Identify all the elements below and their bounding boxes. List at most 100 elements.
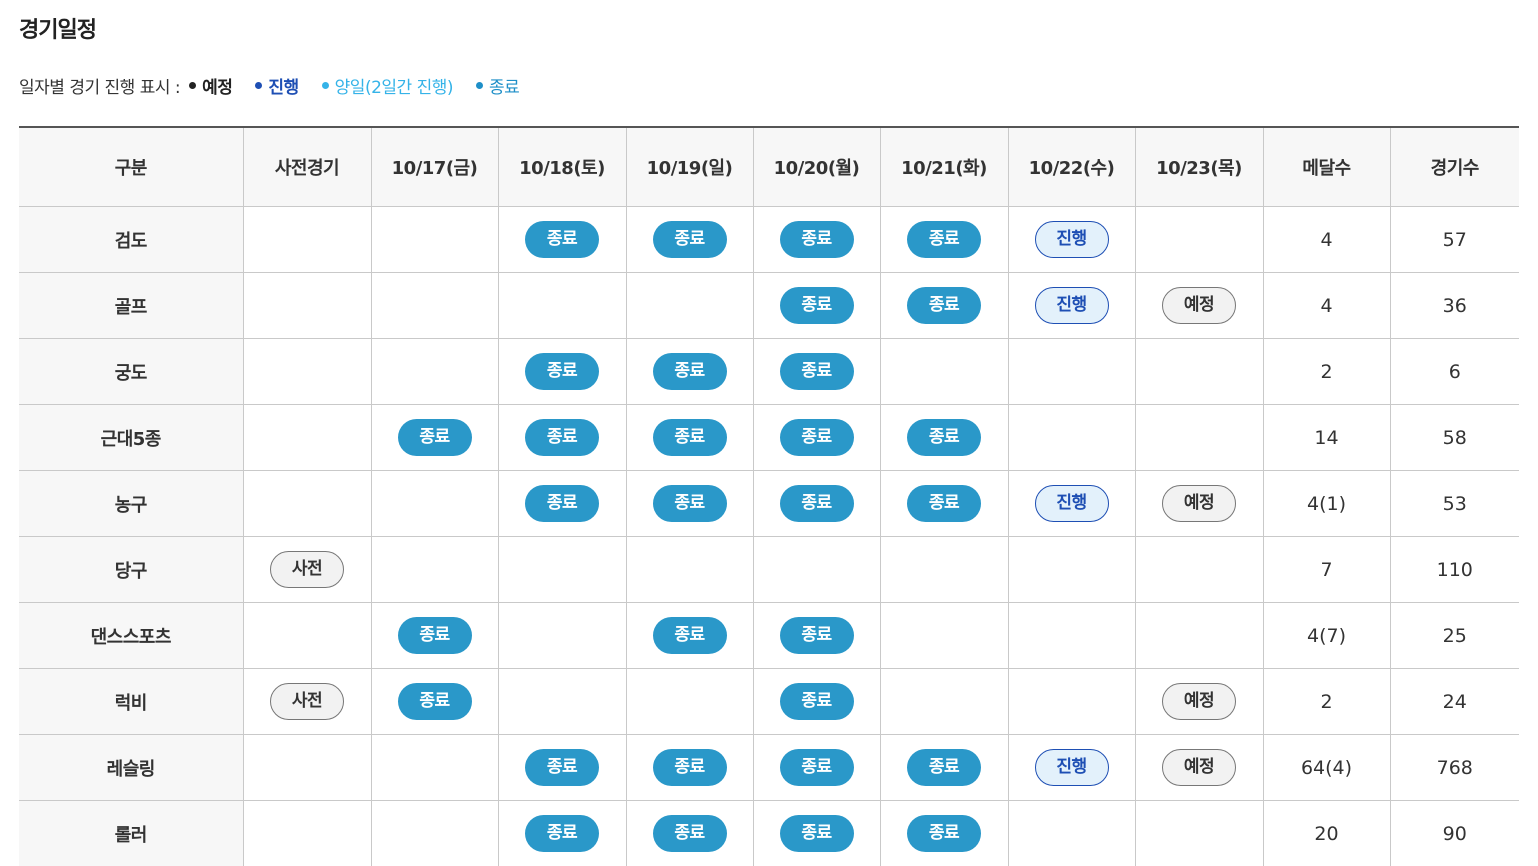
schedule-cell: 종료: [497, 800, 627, 866]
in-progress-badge[interactable]: 진행: [1034, 485, 1109, 522]
schedule-cell: 종료: [625, 404, 754, 471]
sport-name[interactable]: 골프: [19, 272, 244, 339]
finished-badge[interactable]: 종료: [907, 419, 981, 456]
finished-badge[interactable]: 종료: [525, 419, 599, 456]
in-progress-badge[interactable]: 진행: [1034, 287, 1109, 324]
finished-badge[interactable]: 종료: [907, 287, 981, 324]
finished-badge[interactable]: 종료: [907, 815, 981, 852]
in-progress-badge[interactable]: 진행: [1034, 749, 1109, 786]
legend-item-two-day: 양일(2일간 진행): [321, 73, 454, 98]
schedule-cell: [497, 668, 627, 735]
schedule-cell: 종료: [625, 800, 754, 866]
finished-badge[interactable]: 종료: [779, 749, 854, 786]
finished-badge[interactable]: 종료: [652, 353, 727, 390]
column-header-category: 구분: [19, 126, 244, 207]
schedule-cell: 예정: [1134, 734, 1264, 801]
schedule-cell: [1134, 536, 1264, 603]
finished-badge[interactable]: 종료: [907, 221, 981, 258]
schedule-cell: [1134, 206, 1264, 273]
sport-name[interactable]: 당구: [19, 536, 244, 603]
schedule-cell: [1134, 338, 1264, 405]
medal-count: 20: [1262, 800, 1391, 866]
sport-name[interactable]: 근대5종: [19, 404, 244, 471]
status-legend: 일자별 경기 진행 표시 : 예정 진행 양일(2일간 진행) 종료: [19, 73, 542, 98]
schedule-cell: 종료: [497, 404, 627, 471]
schedule-cell: [1134, 404, 1264, 471]
medal-count: 7: [1262, 536, 1391, 603]
finished-badge[interactable]: 종료: [525, 485, 599, 522]
finished-badge[interactable]: 종료: [779, 287, 854, 324]
table-row: 궁도 종료 종료 종료 2 6: [19, 338, 1519, 405]
scheduled-badge[interactable]: 예정: [1162, 749, 1236, 786]
finished-badge[interactable]: 종료: [525, 353, 599, 390]
finished-badge[interactable]: 종료: [779, 419, 854, 456]
finished-badge[interactable]: 종료: [525, 749, 599, 786]
bullet-icon: [255, 82, 263, 89]
table-row: 당구 사전 7 110: [19, 536, 1519, 603]
schedule-cell: 종료: [625, 734, 754, 801]
schedule-cell: 사전: [242, 668, 372, 735]
schedule-cell: 종료: [879, 404, 1009, 471]
table-row: 검도 종료 종료 종료 종료 진행 4 57: [19, 206, 1519, 273]
schedule-cell: [1134, 602, 1264, 669]
schedule-cell: [370, 734, 499, 801]
schedule-cell: [242, 734, 372, 801]
finished-badge[interactable]: 종료: [397, 419, 472, 456]
sport-name[interactable]: 검도: [19, 206, 244, 273]
schedule-cell: 종료: [752, 602, 881, 669]
medal-count: 14: [1262, 404, 1391, 471]
schedule-cell: [242, 470, 372, 537]
finished-badge[interactable]: 종료: [907, 485, 981, 522]
schedule-cell: [625, 536, 754, 603]
scheduled-badge[interactable]: 예정: [1162, 485, 1236, 522]
schedule-cell: [370, 536, 499, 603]
table-row: 댄스스포츠 종료 종료 종료 4(7) 25: [19, 602, 1519, 669]
finished-badge[interactable]: 종료: [907, 749, 981, 786]
pre-match-badge[interactable]: 사전: [270, 551, 344, 588]
finished-badge[interactable]: 종료: [652, 617, 727, 654]
finished-badge[interactable]: 종료: [397, 683, 472, 720]
finished-badge[interactable]: 종료: [779, 485, 854, 522]
in-progress-badge[interactable]: 진행: [1034, 221, 1109, 258]
finished-badge[interactable]: 종료: [779, 353, 854, 390]
sport-name[interactable]: 럭비: [19, 668, 244, 735]
page-title: 경기일정: [19, 18, 97, 43]
schedule-cell: [879, 602, 1009, 669]
sport-name[interactable]: 궁도: [19, 338, 244, 405]
match-count: 53: [1389, 470, 1519, 537]
schedule-cell: 진행: [1007, 206, 1136, 273]
finished-badge[interactable]: 종료: [779, 815, 854, 852]
schedule-cell: [1007, 338, 1136, 405]
finished-badge[interactable]: 종료: [779, 683, 854, 720]
schedule-cell: [625, 272, 754, 339]
scheduled-badge[interactable]: 예정: [1162, 683, 1236, 720]
sport-name[interactable]: 롤러: [19, 800, 244, 866]
finished-badge[interactable]: 종료: [652, 815, 727, 852]
scheduled-badge[interactable]: 예정: [1162, 287, 1236, 324]
table-row: 골프 종료 종료 진행 예정 4 36: [19, 272, 1519, 339]
medal-count: 4(7): [1262, 602, 1391, 669]
finished-badge[interactable]: 종료: [652, 749, 727, 786]
finished-badge[interactable]: 종료: [779, 617, 854, 654]
finished-badge[interactable]: 종료: [397, 617, 472, 654]
schedule-cell: [370, 272, 499, 339]
match-count: 58: [1389, 404, 1519, 471]
finished-badge[interactable]: 종료: [652, 221, 727, 258]
finished-badge[interactable]: 종료: [779, 221, 854, 258]
schedule-cell: [242, 206, 372, 273]
medal-count: 2: [1262, 338, 1391, 405]
sport-name[interactable]: 댄스스포츠: [19, 602, 244, 669]
finished-badge[interactable]: 종료: [652, 419, 727, 456]
schedule-cell: 예정: [1134, 470, 1264, 537]
pre-match-badge[interactable]: 사전: [270, 683, 344, 720]
match-count: 25: [1389, 602, 1519, 669]
sport-name[interactable]: 레슬링: [19, 734, 244, 801]
match-count: 24: [1389, 668, 1519, 735]
schedule-cell: 진행: [1007, 734, 1136, 801]
finished-badge[interactable]: 종료: [525, 815, 599, 852]
finished-badge[interactable]: 종료: [525, 221, 599, 258]
sport-name[interactable]: 농구: [19, 470, 244, 537]
schedule-cell: [242, 602, 372, 669]
schedule-cell: 종료: [625, 338, 754, 405]
finished-badge[interactable]: 종료: [652, 485, 727, 522]
